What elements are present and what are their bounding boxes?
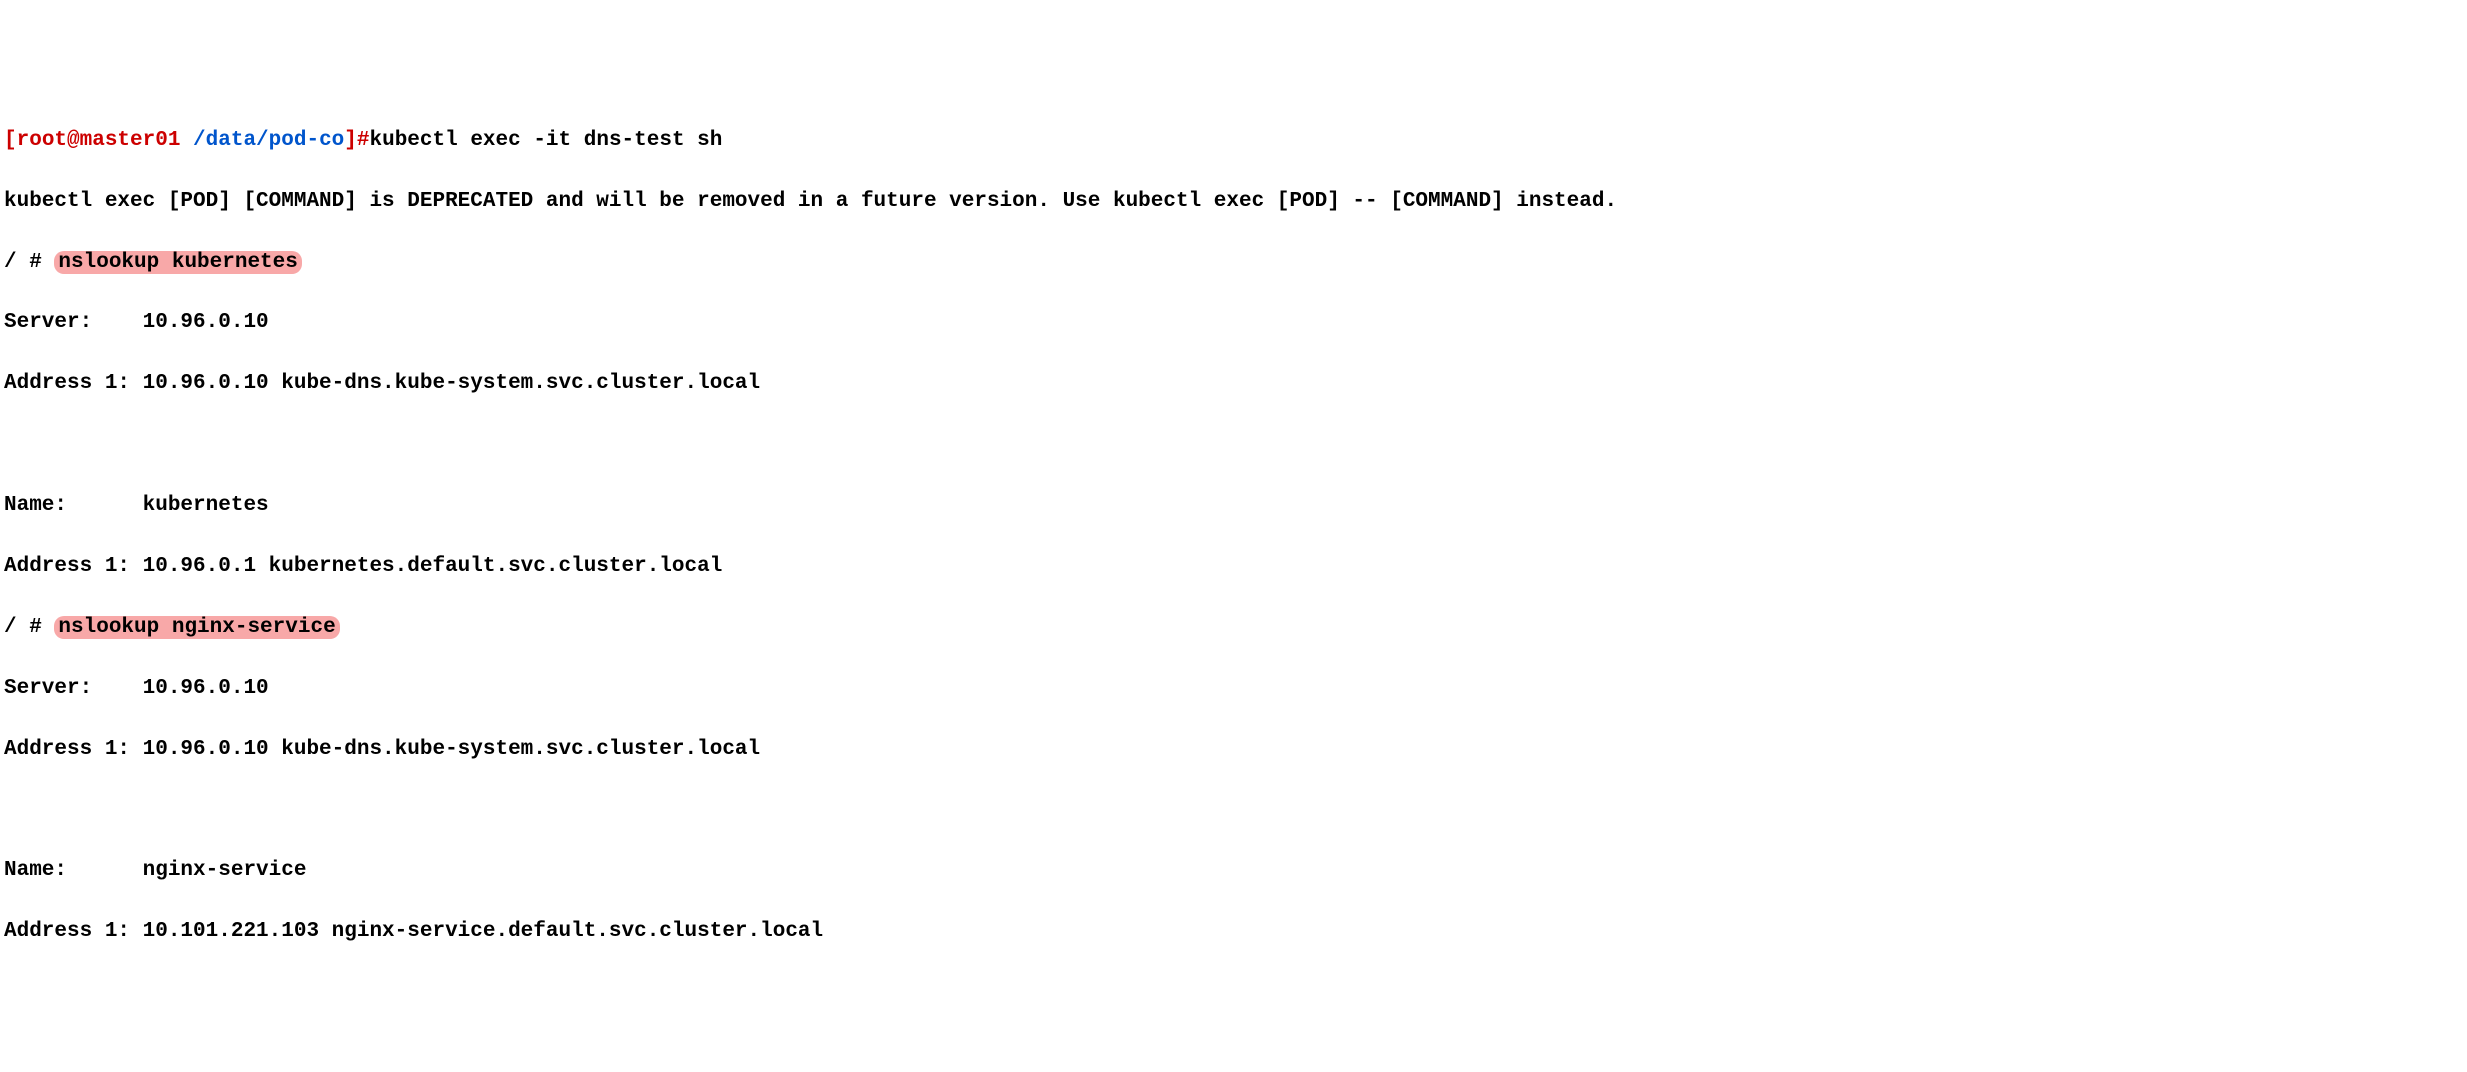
output-server-1: Server: 10.96.0.10 [4,308,2463,338]
shell-line-2: / # nslookup nginx-service [4,613,2463,643]
output-address-1a: Address 1: 10.96.0.10 kube-dns.kube-syst… [4,369,2463,399]
prompt-bracket-open: [ [4,129,17,152]
nslookup-kubernetes-command[interactable]: nslookup kubernetes [54,251,301,274]
prompt-hash: # [357,129,370,152]
deprecation-warning: kubectl exec [POD] [COMMAND] is DEPRECAT… [4,187,2463,217]
shell-line-1: / # nslookup kubernetes [4,248,2463,278]
shell-prompt-2: / # [4,616,54,639]
output-address-2b: Address 1: 10.101.221.103 nginx-service.… [4,917,2463,947]
output-name-1: Name: kubernetes [4,491,2463,521]
blank-line-1 [4,430,2463,460]
nslookup-nginx-command[interactable]: nslookup nginx-service [54,616,339,639]
output-address-1b: Address 1: 10.96.0.1 kubernetes.default.… [4,552,2463,582]
prompt-bracket-close: ] [344,129,357,152]
prompt-user-host: root@master01 [17,129,181,152]
output-address-2a: Address 1: 10.96.0.10 kube-dns.kube-syst… [4,735,2463,765]
prompt-path: /data/pod-co [193,129,344,152]
prompt-space [180,129,193,152]
shell-prompt-1: / # [4,251,54,274]
output-server-2: Server: 10.96.0.10 [4,674,2463,704]
blank-line-2 [4,795,2463,825]
terminal-line-prompt: [root@master01 /data/pod-co]#kubectl exe… [4,126,2463,156]
output-name-2: Name: nginx-service [4,856,2463,886]
command-kubectl-exec[interactable]: kubectl exec -it dns-test sh [370,129,723,152]
